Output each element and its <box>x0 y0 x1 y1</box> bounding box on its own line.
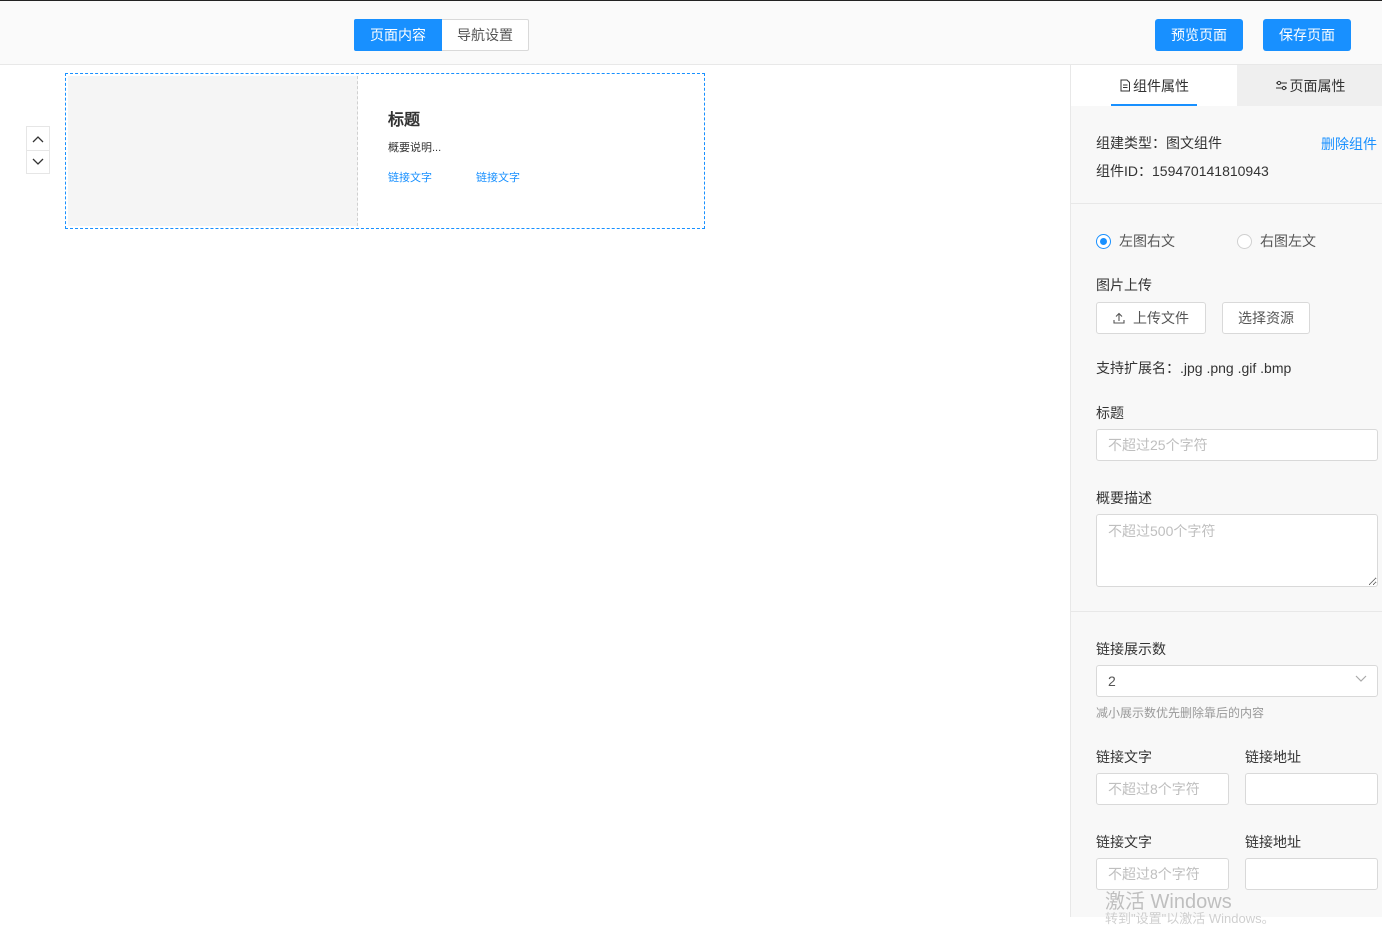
tab-nav-settings[interactable]: 导航设置 <box>442 19 529 51</box>
tab-page-properties[interactable]: 页面属性 <box>1237 65 1382 106</box>
image-upload-label: 图片上传 <box>1096 277 1152 293</box>
title-input[interactable] <box>1096 429 1378 461</box>
mode-switch: 页面内容 导航设置 <box>354 19 529 51</box>
sliders-icon <box>1275 80 1287 91</box>
component-move-control <box>26 126 50 174</box>
tab-page-content[interactable]: 页面内容 <box>354 19 442 51</box>
preview-page-button[interactable]: 预览页面 <box>1155 19 1243 51</box>
move-up-button[interactable] <box>27 127 49 150</box>
tab-page-properties-label: 页面属性 <box>1289 77 1346 94</box>
image-placeholder <box>68 76 358 226</box>
document-icon <box>1120 79 1130 92</box>
tab-component-properties-label: 组件属性 <box>1133 77 1189 94</box>
section-divider <box>1071 203 1382 204</box>
component-type-text: 组建类型：图文组件 <box>1096 135 1222 151</box>
supported-extensions-text: 支持扩展名：.jpg .png .gif .bmp <box>1096 360 1292 376</box>
move-down-button[interactable] <box>27 150 49 173</box>
upload-icon <box>1113 312 1125 324</box>
component-id-text: 组件ID：159470141810943 <box>1096 163 1269 179</box>
link-count-select[interactable]: 2 <box>1096 665 1378 697</box>
link-text-label: 链接文字 <box>1096 834 1152 850</box>
chevron-up-icon <box>32 135 44 142</box>
radio-right-image[interactable]: 右图左文 <box>1237 231 1316 251</box>
upload-file-label: 上传文件 <box>1133 310 1189 326</box>
radio-left-image-label: 左图右文 <box>1119 233 1175 249</box>
radio-right-image-label: 右图左文 <box>1260 233 1316 249</box>
link-count-hint: 减小展示数优先删除靠后的内容 <box>1096 706 1265 720</box>
link-text-label: 链接文字 <box>1096 749 1152 765</box>
chevron-down-icon <box>32 158 44 165</box>
upload-file-button[interactable]: 上传文件 <box>1096 302 1206 334</box>
link-url-label: 链接地址 <box>1245 834 1301 850</box>
component-title: 标题 <box>388 112 421 129</box>
properties-panel: 组件属性 页面属性 组建类型：图文组件 删除组件 组件ID：1594701418… <box>1070 65 1382 917</box>
link-text-input[interactable] <box>1096 773 1229 805</box>
description-field-label: 概要描述 <box>1096 490 1152 506</box>
link-url-input[interactable] <box>1245 858 1378 890</box>
title-field-label: 标题 <box>1096 405 1124 421</box>
radio-checked-icon <box>1096 233 1111 249</box>
top-toolbar: 页面内容 导航设置 预览页面 保存页面 <box>0 1 1382 65</box>
image-text-component[interactable]: 标题 概要说明... 链接文字 链接文字 <box>65 73 705 229</box>
component-link-1[interactable]: 链接文字 <box>388 169 432 185</box>
link-url-label: 链接地址 <box>1245 749 1301 765</box>
windows-activation-subtext: 转到"设置"以激活 Windows。 <box>1105 911 1275 926</box>
description-textarea[interactable] <box>1096 514 1378 587</box>
link-count-value: 2 <box>1108 673 1116 689</box>
component-description: 概要说明... <box>388 142 442 154</box>
delete-component-link[interactable]: 删除组件 <box>1321 134 1377 154</box>
chevron-down-icon <box>1355 675 1367 682</box>
component-link-2[interactable]: 链接文字 <box>476 169 520 185</box>
radio-unchecked-icon <box>1237 233 1252 249</box>
choose-resource-button[interactable]: 选择资源 <box>1222 302 1310 334</box>
panel-tabs: 组件属性 页面属性 <box>1071 65 1382 106</box>
link-url-input[interactable] <box>1245 773 1378 805</box>
save-page-button[interactable]: 保存页面 <box>1263 19 1351 51</box>
tab-component-properties[interactable]: 组件属性 <box>1071 65 1237 106</box>
radio-left-image[interactable]: 左图右文 <box>1096 231 1175 251</box>
link-count-label: 链接展示数 <box>1096 641 1166 657</box>
section-divider <box>1071 611 1382 612</box>
